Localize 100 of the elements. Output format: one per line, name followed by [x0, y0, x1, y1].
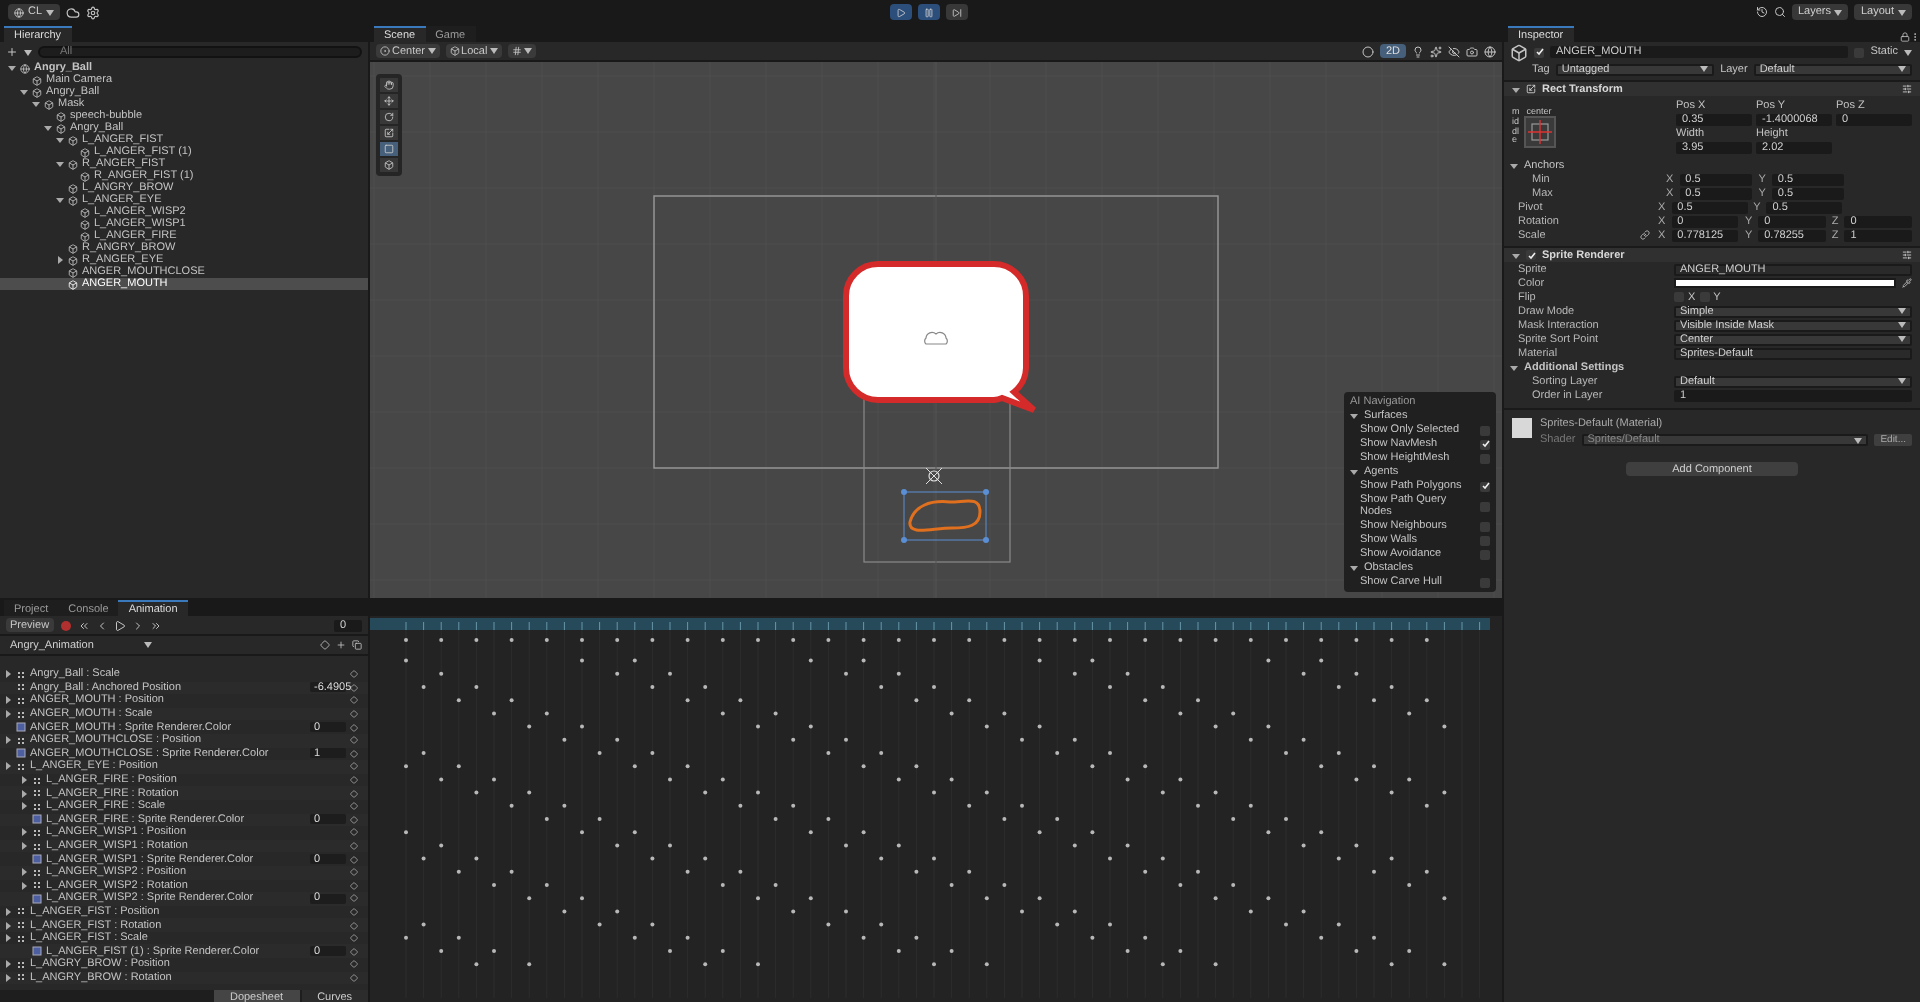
tool-button[interactable] — [380, 94, 398, 108]
collapsed-arrow-icon[interactable] — [4, 710, 12, 719]
add-event-icon[interactable] — [336, 640, 346, 650]
pause-icon — [923, 7, 933, 17]
camera-icon[interactable] — [1466, 45, 1478, 57]
lock-icon[interactable] — [1900, 32, 1910, 42]
expanded-arrow-icon[interactable] — [56, 196, 64, 204]
checkbox[interactable] — [1480, 481, 1490, 491]
tool-icon — [384, 144, 394, 154]
tool-icon — [384, 96, 394, 106]
checkbox[interactable] — [1480, 549, 1490, 559]
previous-key-icon[interactable] — [95, 619, 108, 631]
eyedropper-icon[interactable] — [1902, 278, 1912, 288]
dropdown-caret-icon — [1898, 378, 1906, 384]
checkbox[interactable] — [1480, 439, 1490, 449]
presets-icon[interactable] — [1902, 250, 1912, 260]
cloud-icon[interactable] — [66, 5, 81, 19]
add-icon[interactable] — [6, 46, 18, 58]
expanded-arrow-icon[interactable] — [1512, 85, 1520, 93]
link-icon[interactable] — [1640, 230, 1650, 240]
collapsed-arrow-icon[interactable] — [20, 789, 28, 798]
collapsed-arrow-icon[interactable] — [4, 960, 12, 969]
collapsed-arrow-icon[interactable] — [4, 736, 12, 745]
search-icon[interactable] — [1773, 6, 1786, 18]
gizmos-icon[interactable] — [1484, 45, 1496, 57]
expanded-arrow-icon[interactable] — [1350, 564, 1358, 572]
checkbox[interactable] — [1480, 501, 1490, 511]
expanded-arrow-icon[interactable] — [1510, 363, 1518, 371]
checkbox[interactable] — [1480, 453, 1490, 463]
dropdown-caret-icon — [1898, 9, 1906, 15]
speech-bubble[interactable] — [843, 261, 1037, 413]
visibility-icon[interactable] — [1448, 45, 1460, 57]
color-field[interactable] — [1674, 278, 1896, 288]
expanded-arrow-icon[interactable] — [56, 160, 64, 168]
presets-icon[interactable] — [1902, 84, 1912, 94]
expanded-arrow-icon[interactable] — [1350, 412, 1358, 420]
step-button[interactable] — [945, 4, 967, 20]
tool-button[interactable] — [380, 78, 398, 92]
effects-icon[interactable] — [1430, 45, 1442, 57]
dropdown-caret-icon — [144, 642, 152, 648]
collapsed-arrow-icon[interactable] — [4, 934, 12, 943]
tool-button[interactable] — [380, 110, 398, 124]
settings-icon[interactable] — [86, 5, 101, 19]
expanded-arrow-icon[interactable] — [1350, 468, 1358, 476]
checkbox[interactable] — [1480, 577, 1490, 587]
tool-button[interactable] — [380, 126, 398, 140]
expanded-arrow-icon[interactable] — [1510, 161, 1518, 169]
expanded-arrow-icon[interactable] — [32, 100, 40, 108]
transform-icon — [16, 761, 26, 772]
dropdown-caret-icon — [489, 48, 498, 54]
tool-button[interactable] — [380, 142, 398, 156]
expanded-arrow-icon[interactable] — [8, 64, 16, 72]
checkbox[interactable] — [1480, 425, 1490, 435]
checkbox[interactable] — [1480, 521, 1490, 531]
tool-icon — [384, 160, 394, 170]
anchor-preset-icon[interactable] — [1523, 116, 1555, 148]
pause-button[interactable] — [917, 4, 939, 20]
collapsed-arrow-icon[interactable] — [20, 776, 28, 785]
lighting-icon[interactable] — [1412, 45, 1424, 57]
tool-button[interactable] — [380, 158, 398, 172]
collapsed-arrow-icon[interactable] — [20, 828, 28, 837]
dropdown-caret-icon — [46, 9, 55, 15]
collapsed-arrow-icon[interactable] — [4, 907, 12, 916]
dropdown-caret-icon — [1854, 437, 1863, 443]
expanded-arrow-icon[interactable] — [44, 124, 52, 132]
cube-icon — [449, 46, 460, 56]
collapsed-arrow-icon[interactable] — [56, 256, 64, 264]
collapsed-arrow-icon[interactable] — [4, 973, 12, 982]
sprite-renderer-icon — [32, 814, 42, 825]
tool-icon — [384, 80, 394, 90]
timeline-ruler[interactable] — [370, 618, 1490, 631]
expanded-arrow-icon[interactable] — [56, 136, 64, 144]
sprite-renderer-icon — [32, 893, 42, 904]
collapsed-arrow-icon[interactable] — [4, 762, 12, 771]
history-icon[interactable] — [1755, 6, 1768, 18]
transform-icon — [32, 841, 42, 852]
collapsed-arrow-icon[interactable] — [20, 881, 28, 890]
collapsed-arrow-icon[interactable] — [20, 802, 28, 811]
active-checkbox[interactable] — [1534, 47, 1544, 57]
checkbox[interactable] — [1480, 535, 1490, 545]
next-key-icon[interactable] — [131, 619, 144, 631]
collapsed-arrow-icon[interactable] — [4, 921, 12, 930]
transform-icon — [16, 709, 26, 720]
last-key-icon[interactable] — [149, 619, 162, 631]
add-keyframe-icon[interactable] — [320, 640, 330, 650]
material-preview-icon — [1512, 418, 1532, 438]
expanded-arrow-icon[interactable] — [20, 88, 28, 96]
play-icon[interactable] — [113, 619, 126, 631]
collapsed-arrow-icon[interactable] — [4, 696, 12, 705]
tool-icon — [384, 128, 394, 138]
event-icon[interactable] — [352, 640, 362, 650]
collapsed-arrow-icon[interactable] — [4, 670, 12, 679]
collapsed-arrow-icon[interactable] — [20, 868, 28, 877]
enabled-checkbox[interactable] — [1526, 250, 1536, 260]
grid-snap-dropdown[interactable] — [507, 44, 536, 58]
expanded-arrow-icon[interactable] — [1512, 251, 1520, 259]
collapsed-arrow-icon[interactable] — [20, 842, 28, 851]
play-button[interactable] — [889, 4, 911, 20]
selected-mouth-sprite[interactable] — [901, 489, 989, 543]
shading-icon[interactable] — [1361, 45, 1374, 57]
